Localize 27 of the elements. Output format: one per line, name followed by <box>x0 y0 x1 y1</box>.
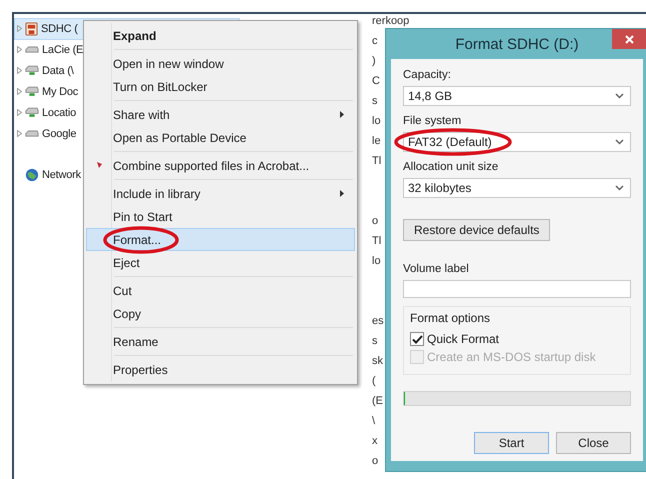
text-fragment: ( <box>372 375 376 387</box>
text-fragment: o <box>372 455 378 467</box>
text-fragment: (E <box>372 395 383 407</box>
text-fragment: s <box>372 335 378 347</box>
text-fragment: \ <box>372 415 376 427</box>
text-fragment: C <box>372 75 380 87</box>
text-fragment: Tl <box>372 235 382 247</box>
checkbox-label: Create an MS-DOS startup disk <box>427 350 596 364</box>
text-fragment: rerkoop <box>372 15 410 27</box>
text-fragment: x <box>372 435 378 447</box>
field-label: Volume label <box>403 263 469 275</box>
checkbox-label: Quick Format <box>427 332 500 346</box>
text-fragment: le <box>372 135 381 147</box>
text-fragment: sk <box>372 355 383 367</box>
field-label: Allocation unit size <box>403 161 498 173</box>
field-label: Capacity: <box>403 69 451 81</box>
text-fragment: ) <box>372 55 376 67</box>
text-fragment: Tl <box>372 155 382 167</box>
text-fragment: lo <box>372 115 381 127</box>
window-title: Format SDHC (D:) <box>455 36 579 52</box>
text-fragment: s <box>372 95 378 107</box>
field-label: File system <box>403 115 462 127</box>
text-fragment: es <box>372 315 384 327</box>
text-fragment: lo <box>372 255 381 267</box>
text-fragment: c <box>372 35 378 47</box>
text-fragment: o <box>372 215 378 227</box>
group-title: Format options <box>410 311 492 325</box>
